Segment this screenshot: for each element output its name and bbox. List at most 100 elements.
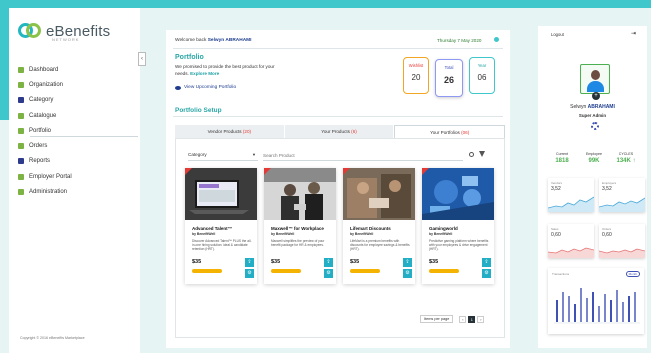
organization-icon: [18, 81, 24, 88]
category-select[interactable]: Category ▼: [188, 150, 258, 161]
product-name: Gamingworld: [429, 226, 458, 231]
bar: [598, 306, 600, 322]
sidebar-item-category[interactable]: Category: [18, 93, 138, 108]
settings-icon[interactable]: ⚙: [245, 269, 254, 278]
product-image[interactable]: [185, 168, 257, 220]
view-upcoming-portfolio-link[interactable]: View Upcoming Portfolio: [175, 85, 236, 90]
sidebar-item-dashboard[interactable]: Dashboard: [18, 62, 138, 77]
collapse-sidebar-button[interactable]: ‹: [138, 52, 146, 66]
next-page-button[interactable]: ›: [477, 315, 485, 323]
settings-icon[interactable]: ⚙: [403, 269, 412, 278]
mini-chart-employers[interactable]: Employers 3,52: [599, 178, 645, 212]
sidebar-item-administration[interactable]: Administration: [18, 184, 138, 199]
product-image[interactable]: [343, 168, 415, 220]
ribbon-badge: [185, 168, 192, 175]
dashboard-icon: [18, 66, 24, 73]
bar: [574, 304, 576, 322]
product-name: Lifemart Discounts: [350, 226, 391, 231]
sidebar-item-label: Reports: [29, 158, 51, 165]
gear-icon[interactable]: [591, 122, 599, 130]
product-vendor: by BenefitWell: [192, 232, 216, 236]
sidebar-item-reports[interactable]: Reports: [18, 154, 138, 169]
stat-wishlist[interactable]: Wishlist 20: [403, 57, 429, 94]
mini-chart-orders[interactable]: Orders 0,60: [599, 224, 645, 258]
settings-icon[interactable]: ⚙: [482, 269, 491, 278]
category-icon: [18, 97, 24, 104]
product-vendor: by BenefitWell: [429, 232, 453, 236]
sidebar-item-portfolio[interactable]: Portfolio: [18, 123, 138, 138]
copyright-text: Copyright © 2016 eBenefits Marketplace: [20, 336, 85, 340]
mini-chart-sales[interactable]: Sales 0,60: [548, 224, 594, 258]
share-icon[interactable]: ⇪: [324, 258, 333, 267]
ribbon-badge: [343, 168, 350, 175]
sidebar-item-orders[interactable]: Orders: [18, 138, 138, 153]
sidebar-item-label: Orders: [29, 143, 48, 150]
sparkline: [548, 196, 594, 212]
sidebar-item-organization[interactable]: Organization: [18, 77, 138, 92]
chevron-down-icon: ▼: [252, 152, 256, 157]
stat-year[interactable]: Year 06: [469, 57, 495, 94]
tab-vendor-products[interactable]: Vendor Products (20): [175, 125, 285, 138]
kpi-employee: Employee 99K: [586, 152, 602, 164]
kpi-cycles: CYCLES 134K ↑: [616, 152, 636, 164]
bar: [580, 288, 582, 322]
rating-stars: [429, 269, 459, 273]
product-card[interactable]: Lifemart Discounts by BenefitWell LifeMart…: [343, 168, 415, 284]
share-icon[interactable]: ⇪: [403, 258, 412, 267]
orders-icon: [18, 143, 24, 150]
ribbon-badge: [422, 168, 429, 175]
product-image[interactable]: [264, 168, 336, 220]
mini-chart-vendors[interactable]: Vendors 3,52: [548, 178, 594, 212]
sidebar-item-catalogue[interactable]: Catalogue: [18, 108, 138, 123]
welcome-user: Selwyn ABRAHAMI: [207, 38, 252, 43]
search-icon[interactable]: [469, 152, 474, 157]
add-photo-icon[interactable]: +: [592, 92, 600, 100]
share-icon[interactable]: ⇪: [482, 258, 491, 267]
page-button-current[interactable]: 1: [468, 315, 476, 323]
bar: [586, 298, 588, 322]
stat-total[interactable]: Total 26: [435, 59, 463, 97]
product-card[interactable]: Gamingworld by BenefitWell Predictive gami…: [422, 168, 494, 284]
prev-page-button[interactable]: ‹: [459, 315, 467, 323]
sparkline: [599, 248, 645, 258]
transactions-bar-chart[interactable]: Transactions Month: [548, 268, 644, 334]
bar: [556, 300, 558, 322]
filter-icon[interactable]: [479, 151, 485, 157]
welcome-message: Welcome back Selwyn ABRAHAMI: [175, 38, 252, 43]
bar: [592, 292, 594, 322]
profile-name: Selwyn ABRAHAMI: [570, 104, 615, 110]
sidebar-item-label: Administration: [29, 189, 68, 196]
sidebar-item-label: Category: [29, 97, 54, 104]
rating-stars: [350, 269, 380, 273]
catalogue-icon: [18, 112, 24, 119]
logout-link[interactable]: Logout: [551, 32, 564, 37]
explore-more-link[interactable]: Explore More: [190, 71, 219, 76]
sidebar-item-employer-portal[interactable]: Employer Portal: [18, 169, 138, 184]
bar: [628, 296, 630, 322]
share-icon[interactable]: ⇪: [245, 258, 254, 267]
divider: [173, 48, 503, 49]
product-description: Discover Advanced Talent™ PLUS the all-i…: [192, 239, 252, 252]
sidebar-nav: Dashboard Organization Category Catalogue Po…: [18, 62, 138, 200]
product-card[interactable]: Advanced Talent™ by BenefitWell Discover A…: [185, 168, 257, 284]
logout-icon[interactable]: ⇥: [631, 30, 636, 37]
product-name: Advanced Talent™: [192, 226, 233, 231]
portfolio-title: Portfolio: [175, 54, 204, 61]
kpi-row: Current 1818 Employee 99K CYCLES 134K ↑: [548, 152, 640, 164]
items-per-page-select[interactable]: Items per page: [420, 315, 454, 323]
notification-icon[interactable]: [494, 37, 499, 42]
product-image[interactable]: [422, 168, 494, 220]
settings-icon[interactable]: ⚙: [324, 269, 333, 278]
employer-portal-icon: [18, 173, 24, 180]
tab-your-portfolios[interactable]: Your Portfolios (06): [394, 125, 506, 138]
product-card[interactable]: Maxwell™ for Workplace by BenefitWell Maxw…: [264, 168, 336, 284]
left-frame-bar: [0, 0, 9, 120]
tab-your-products[interactable]: Your Products (6): [284, 125, 395, 138]
period-select[interactable]: Month: [625, 271, 640, 277]
search-input[interactable]: [263, 150, 463, 161]
divider: [173, 116, 503, 117]
avatar[interactable]: +: [580, 64, 610, 100]
product-description: Predictive gaming platform where benefit…: [429, 239, 489, 252]
logo-mark-icon: [18, 22, 42, 40]
sidebar-item-label: Employer Portal: [29, 173, 72, 180]
